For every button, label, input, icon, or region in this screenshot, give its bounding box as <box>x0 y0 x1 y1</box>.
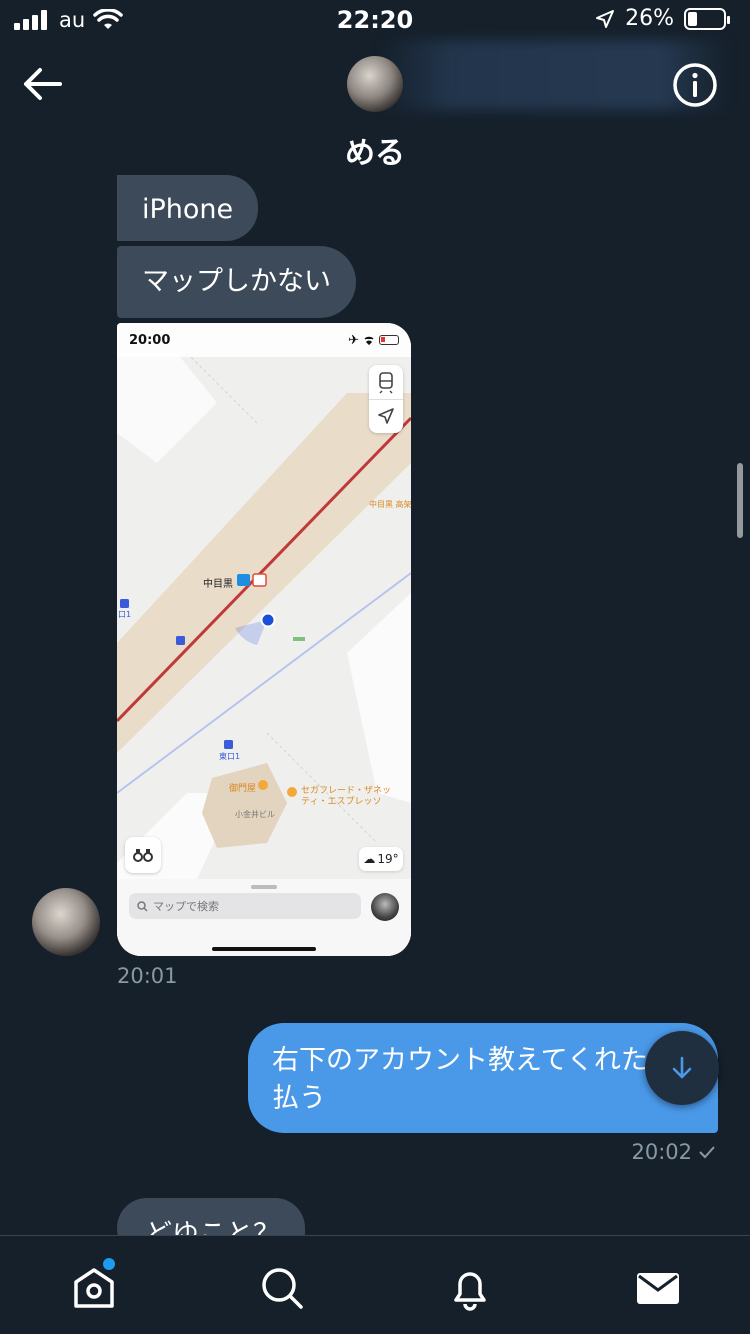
status-bar: au 22:20 26% <box>0 0 750 40</box>
search-icon[interactable] <box>258 1264 306 1312</box>
weather-chip: ☁ 19° <box>359 847 403 871</box>
scrollbar[interactable] <box>737 463 743 538</box>
battery-icon <box>379 335 399 345</box>
sender-avatar[interactable] <box>32 888 100 956</box>
map-exit-label: 東口1 <box>219 752 241 761</box>
notification-dot <box>103 1258 115 1270</box>
received-message[interactable]: マップしかない <box>117 246 356 318</box>
message-timestamp: 20:01 <box>117 964 178 988</box>
map-exit-label: 口1 <box>118 610 132 619</box>
status-right: 26% <box>595 6 730 31</box>
message-text-line: 払う <box>272 1083 326 1114</box>
sent-timestamp: 20:02 <box>631 1140 716 1164</box>
map-status-bar: 20:00 ✈ <box>117 323 411 357</box>
map-shop-label: 御門屋 <box>229 784 257 794</box>
back-arrow-icon[interactable] <box>20 64 64 104</box>
conversation-header: める <box>0 40 750 175</box>
message-text-line: 右下のアカウント教えてくれた <box>272 1045 648 1076</box>
bottom-tab-bar <box>0 1235 750 1334</box>
search-icon <box>137 900 148 912</box>
envelope-icon[interactable] <box>634 1264 682 1312</box>
home-indicator <box>212 947 316 951</box>
wifi-icon <box>364 336 374 345</box>
arrow-down-icon <box>672 1056 692 1079</box>
avatar <box>371 893 399 921</box>
message-text: マップしかない <box>142 266 331 297</box>
map-controls <box>369 365 403 433</box>
bell-icon[interactable] <box>446 1264 494 1312</box>
map-building-label: 小金井ビル <box>235 810 275 819</box>
map-status-time: 20:00 <box>129 332 171 348</box>
map-status-icons: ✈ <box>348 333 399 348</box>
map-shop-label: ティ・エスプレッソ <box>301 797 382 807</box>
message-timestamp: 20:02 <box>631 1140 692 1164</box>
scroll-to-bottom-button[interactable] <box>645 1031 719 1105</box>
message-text: iPhone <box>142 194 234 225</box>
received-message[interactable]: iPhone <box>117 175 259 241</box>
battery-icon <box>684 7 730 30</box>
transit-icon <box>379 372 393 394</box>
received-image-map-screenshot[interactable]: 20:00 ✈ 中目黒 中目黒 高架 口1 東口1 御門屋 セガフレード・ザネッ… <box>117 323 411 956</box>
map-search-sheet: マップで検索 <box>117 879 411 956</box>
battery-percent: 26% <box>625 6 674 31</box>
weather-temp: 19° <box>377 852 399 866</box>
contact-name[interactable]: める <box>0 128 750 172</box>
airplane-icon: ✈ <box>348 332 359 348</box>
home-icon[interactable] <box>70 1264 118 1312</box>
info-icon[interactable] <box>672 62 718 108</box>
map-search-field: マップで検索 <box>129 893 361 919</box>
contact-avatar[interactable] <box>347 56 403 112</box>
map-search-placeholder: マップで検索 <box>153 900 219 913</box>
location-arrow-icon <box>378 408 394 424</box>
cloud-icon: ☁ <box>363 852 376 866</box>
location-arrow-icon <box>596 9 615 28</box>
binoculars-icon <box>125 837 161 873</box>
checkmark-icon <box>699 1146 715 1159</box>
map-station-label: 中目黒 <box>203 579 233 590</box>
map-label: 中目黒 高架 <box>369 500 411 509</box>
sheet-handle <box>251 885 277 889</box>
